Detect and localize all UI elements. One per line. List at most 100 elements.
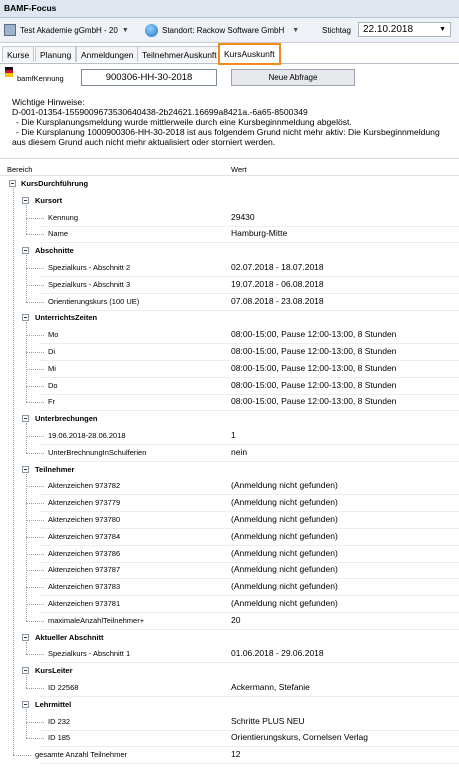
tree-row[interactable]: Aktenzeichen 973784 (Anmeldung nicht gefu…: [0, 529, 459, 546]
tree-row-value: 02.07.2018 - 18.07.2018: [231, 262, 324, 272]
tree-row[interactable]: Mi 08:00-15:00, Pause 12:00-13:00, 8 Stun…: [0, 361, 459, 378]
tree-row-label: Aktenzeichen 973779: [48, 498, 121, 508]
hints-line: - Die Kursplanungsmeldung wurde mittlerw…: [16, 117, 352, 127]
tree-row[interactable]: Spezialkurs - Abschnitt 3 19.07.2018 - 06…: [0, 277, 459, 294]
collapse-toggle-icon[interactable]: [9, 180, 16, 187]
kennung-input[interactable]: 900306-HH-30-2018: [81, 69, 217, 86]
tree-group-row[interactable]: KursLeiter: [0, 663, 459, 679]
tree-row-value: (Anmeldung nicht gefunden): [231, 480, 338, 491]
tree-row[interactable]: Aktenzeichen 973781 (Anmeldung nicht gefu…: [0, 596, 459, 613]
chevron-down-icon: ▼: [292, 26, 300, 34]
tree-connector: [26, 322, 27, 403]
tree-row-label: Spezialkurs - Abschnitt 1: [48, 649, 131, 659]
hints-line: D-001-01354-1559009673530640438-2b24621.…: [12, 107, 308, 117]
tree-row-value: 29430: [231, 211, 255, 222]
stichtag-label: Stichtag: [322, 22, 351, 38]
tree-row-value: 08:00-15:00, Pause 12:00-13:00, 8 Stunde…: [231, 329, 397, 340]
tree-row[interactable]: Kennung 29430: [0, 210, 459, 227]
tree-row[interactable]: Aktenzeichen 973780 (Anmeldung nicht gefu…: [0, 512, 459, 529]
tree-row[interactable]: Orientierungskurs (100 UE) 07.08.2018 - 2…: [0, 294, 459, 311]
tab-planung[interactable]: Planung: [35, 46, 77, 62]
hints-panel: Wichtige Hinweise: D-001-01354-155900967…: [12, 97, 459, 147]
neue-abfrage-button[interactable]: Neue Abfrage: [231, 69, 355, 86]
site-selector[interactable]: Standort: Rackow Software GmbH ▼: [145, 22, 299, 38]
tree-row[interactable]: Aktenzeichen 973787 (Anmeldung nicht gefu…: [0, 562, 459, 580]
tree-group-row[interactable]: Aktueller Abschnitt: [0, 630, 459, 646]
tree-group-row[interactable]: UnterrichtsZeiten: [0, 310, 459, 326]
tab-bar: Kurse Planung Anmeldungen TeilnehmerAusk…: [0, 43, 459, 65]
tree-row-value: (Anmeldung nicht gefunden): [231, 530, 338, 541]
tree-row-label: Teilnehmer: [35, 464, 75, 474]
tree-connector: [26, 688, 44, 689]
tree-group-row[interactable]: Kursort: [0, 193, 459, 209]
tree-connector: [26, 721, 44, 723]
collapse-toggle-icon[interactable]: [22, 700, 29, 708]
tree-connector: [13, 755, 31, 757]
tree-connector: [26, 708, 27, 739]
tree-row[interactable]: gesamte Anzahl Teilnehmer 12: [0, 747, 459, 765]
tab-anmeldungen[interactable]: Anmeldungen: [76, 46, 139, 62]
tree-connector: [26, 301, 44, 303]
collapse-toggle-icon[interactable]: [22, 247, 29, 255]
collapse-toggle-icon[interactable]: [22, 633, 29, 641]
tree-row[interactable]: ID 185 Orientierungskurs, Cornelsen Verla…: [0, 730, 459, 748]
tree-row[interactable]: 19.06.2018-28.06.2018 1: [0, 428, 459, 445]
hints-line: - Die Kursplanung 1000900306-HH-30-2018 …: [16, 127, 440, 137]
tree-row[interactable]: Aktenzeichen 973786 (Anmeldung nicht gefu…: [0, 546, 459, 563]
tab-kurse[interactable]: Kurse: [2, 46, 35, 62]
tree-group-row[interactable]: Unterbrechungen: [0, 411, 459, 427]
tree-row[interactable]: Spezialkurs - Abschnitt 1 01.06.2018 - 29…: [0, 646, 459, 664]
tree-connector: [26, 654, 44, 656]
building-icon: [4, 24, 16, 36]
tree-connector: [26, 486, 44, 488]
tree-group-row[interactable]: Teilnehmer: [0, 462, 459, 478]
tree-row-label: gesamte Anzahl Teilnehmer: [35, 750, 127, 760]
tree-row-label: Mo: [48, 330, 59, 340]
tree-group-row[interactable]: KursDurchführung: [0, 176, 459, 192]
tree-row-label: Do: [48, 380, 58, 390]
tree-row-value: 12: [231, 749, 241, 760]
tree-row-value: (Anmeldung nicht gefunden): [231, 497, 338, 508]
column-header-bereich[interactable]: Bereich: [7, 165, 32, 174]
tree-row[interactable]: Di 08:00-15:00, Pause 12:00-13:00, 8 Stun…: [0, 344, 459, 361]
tree-row-label: KursDurchführung: [21, 179, 89, 188]
tree-row-label: Aktenzeichen 973782: [48, 481, 121, 491]
tree-row[interactable]: ID 22568 Ackermann, Stefanie: [0, 680, 459, 697]
tree-row[interactable]: Aktenzeichen 973782 (Anmeldung nicht gefu…: [0, 478, 459, 496]
tree-row-value: 08:00-15:00, Pause 12:00-13:00, 8 Stunde…: [231, 379, 397, 390]
org-selector[interactable]: Test Akademie gGmbH - 20 ▼: [4, 22, 129, 38]
chevron-down-icon: ▼: [439, 26, 446, 33]
tree-row[interactable]: Fr 08:00-15:00, Pause 12:00-13:00, 8 Stun…: [0, 394, 459, 412]
stichtag-date-value: 22.10.2018: [363, 24, 414, 35]
tab-teilnehmerauskunft[interactable]: TeilnehmerAuskunft: [137, 46, 222, 62]
tree-row[interactable]: Mo 08:00-15:00, Pause 12:00-13:00, 8 Stun…: [0, 327, 459, 345]
tree-row-label: Aktueller Abschnitt: [35, 632, 104, 642]
tree-row-value: 08:00-15:00, Pause 12:00-13:00, 8 Stunde…: [231, 396, 397, 407]
collapse-toggle-icon[interactable]: [22, 465, 29, 473]
tree-row[interactable]: Do 08:00-15:00, Pause 12:00-13:00, 8 Stun…: [0, 378, 459, 395]
globe-icon: [145, 23, 158, 37]
tree-row[interactable]: Aktenzeichen 973783 (Anmeldung nicht gefu…: [0, 579, 459, 597]
tree-connector: [26, 217, 44, 219]
tree-group-row[interactable]: Abschnitte: [0, 243, 459, 259]
collapse-toggle-icon[interactable]: [22, 667, 29, 675]
tree-row-label: Aktenzeichen 973787: [48, 565, 121, 575]
tree-row[interactable]: Name Hamburg-Mitte: [0, 226, 459, 244]
tree-connector: [26, 473, 27, 621]
tree-row[interactable]: maximaleAnzahlTeilnehmer+ 20: [0, 613, 459, 630]
tree-group-row[interactable]: Lehrmittel: [0, 697, 459, 713]
tree-row[interactable]: Aktenzeichen 973779 (Anmeldung nicht gefu…: [0, 495, 459, 513]
collapse-toggle-icon[interactable]: [22, 196, 29, 204]
tree-connector: [26, 503, 44, 505]
stichtag-date-picker[interactable]: 22.10.2018 ▼: [358, 22, 451, 37]
bamf-eagle-icon: [5, 67, 13, 77]
tree-row[interactable]: UnterBrechnungInSchulferien nein: [0, 445, 459, 462]
column-header-wert[interactable]: Wert: [231, 165, 247, 174]
tab-kursauskunft[interactable]: KursAuskunft: [218, 43, 281, 65]
tree-row-label: ID 185: [48, 733, 71, 743]
tree-row-label: Unterbrechungen: [35, 414, 98, 424]
collapse-toggle-icon[interactable]: [22, 415, 29, 423]
tree-row[interactable]: Spezialkurs - Abschnitt 2 02.07.2018 - 18…: [0, 260, 459, 277]
tree-row[interactable]: ID 232 Schritte PLUS NEU: [0, 714, 459, 731]
collapse-toggle-icon[interactable]: [22, 314, 29, 322]
